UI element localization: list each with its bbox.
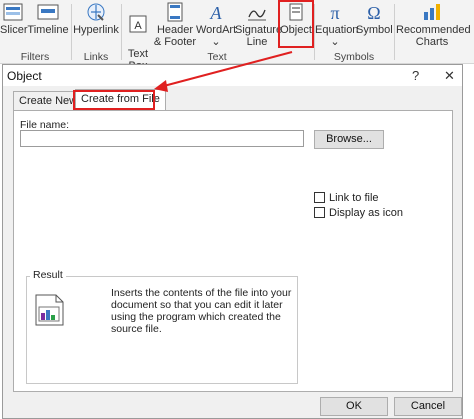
ok-button[interactable]: OK [320,397,388,416]
display-as-icon-option[interactable]: Display as icon [314,207,403,219]
group-links: Links [83,51,109,63]
tab-highlight-box [73,90,155,110]
slicer-icon [3,3,23,21]
timeline-label: Timeline [27,24,69,36]
group-text: Text [207,51,227,63]
result-description: Inserts the contents of the file into yo… [111,287,292,335]
link-to-file-label: Link to file [329,192,379,204]
header-footer-label: Header & Footer [153,24,197,48]
symbol-icon: Ω [367,3,380,22]
wordart-label: WordArt [196,24,237,36]
slicer-label: Slicer [0,24,28,36]
group-symbols: Symbols [333,51,375,63]
timeline-button[interactable]: Timeline [27,0,69,50]
object-dialog: Object ? ✕ Create New Create from File F… [2,64,463,419]
chevron-down-icon: ⌄ [330,36,340,48]
dialog-titlebar: Object ? ✕ [3,65,462,86]
recommended-charts-icon [424,4,440,20]
svg-text:Ω: Ω [367,3,380,22]
header-footer-button[interactable]: Header & Footer [153,0,197,50]
link-to-file-option[interactable]: Link to file [314,192,379,204]
equation-icon: π [330,3,339,22]
equation-button[interactable]: π Equation ⌄ [315,0,359,50]
close-button[interactable]: ✕ [444,68,455,84]
signature-line-label: Signature Line [235,24,283,48]
dialog-title: Object [7,69,42,83]
signature-line-button[interactable]: Signature Line [235,0,283,50]
result-label: Result [30,269,66,281]
help-button[interactable]: ? [412,68,419,83]
chevron-down-icon: ⌄ [211,36,221,48]
slicer-button[interactable]: Slicer [0,0,28,50]
equation-label: Equation [315,24,359,36]
symbol-label: Symbol [356,24,393,36]
link-to-file-checkbox[interactable] [314,192,325,203]
wordart-icon: A [210,3,223,22]
timeline-icon [37,4,59,20]
svg-text:A: A [210,3,223,22]
symbol-button[interactable]: Ω Symbol [356,0,393,50]
hyperlink-label: Hyperlink [73,24,119,36]
header-footer-icon [167,2,183,22]
object-highlight-box [278,0,314,48]
create-from-file-panel: File name: Browse... Link to file Displa… [13,110,462,416]
signature-line-icon [248,9,266,21]
recommended-charts-label: Recommended Charts [396,24,471,48]
cancel-button[interactable]: Cancel [394,397,462,416]
svg-text:π: π [330,3,339,22]
wordart-button[interactable]: A WordArt ⌄ [196,0,236,50]
text-box-icon: A [129,15,147,33]
browse-button[interactable]: Browse... [314,130,384,149]
display-as-icon-label: Display as icon [329,207,403,219]
file-name-input[interactable] [20,130,304,147]
ribbon-separator [394,4,395,60]
recommended-charts-button[interactable]: Recommended Charts [396,0,471,50]
svg-text:A: A [134,20,142,32]
hyperlink-button[interactable]: Hyperlink [73,0,119,50]
hyperlink-icon [87,3,105,21]
embedded-document-icon [35,294,64,326]
ribbon: Slicer Timeline Filters Hyperlink Links … [0,0,474,72]
display-as-icon-checkbox[interactable] [314,207,325,218]
text-box-button[interactable]: A Text Box [124,0,152,72]
group-filters: Filters [20,51,50,63]
